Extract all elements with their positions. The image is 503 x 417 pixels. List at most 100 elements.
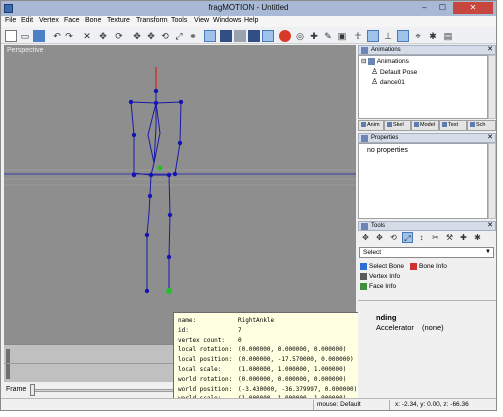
animations-tree[interactable]: ⊟ Animations ♙ Default Pose ♙ dance01 [358, 55, 488, 119]
tab-text[interactable]: Text [439, 120, 467, 131]
view-box-icon[interactable] [234, 30, 246, 42]
link-icon[interactable]: ⚭ [187, 30, 199, 42]
menu-edit[interactable]: Edit [21, 17, 33, 24]
tooltip-row: world rotation: (0.000000, 0.000000, 0.00… [178, 375, 347, 383]
tools-panel-close[interactable]: ✕ [487, 222, 493, 230]
frame-slider-thumb[interactable] [30, 384, 35, 396]
move-icon[interactable]: ✥ [131, 30, 143, 42]
properties-scrollbar[interactable] [488, 143, 496, 219]
tool-e-icon[interactable]: ✂ [430, 232, 441, 243]
tool-g-icon[interactable]: ✚ [458, 232, 469, 243]
animations-panel-header: Animations ✕ [358, 45, 496, 55]
redo-icon[interactable]: ↷ [63, 30, 75, 42]
tab-skel[interactable]: Skel [384, 120, 411, 131]
animations-scrollbar[interactable] [488, 55, 496, 119]
open-folder-icon[interactable]: ▭ [19, 30, 31, 42]
view-wire-icon[interactable] [248, 30, 260, 42]
new-file-icon[interactable] [5, 30, 17, 42]
select-mode-icon[interactable] [204, 30, 216, 42]
tooltip-row: local rotation: (0.000000, 0.000000, 0.00… [178, 346, 347, 354]
tab-anim[interactable]: Anim [358, 120, 384, 131]
bone-tool-icon[interactable]: ✚ [308, 30, 320, 42]
properties-body: no properties [358, 143, 488, 219]
camera-icon[interactable]: ⌖ [412, 30, 424, 42]
maximize-button[interactable]: ☐ [434, 2, 451, 14]
status-divider [389, 400, 390, 410]
root-joint[interactable] [157, 165, 163, 171]
binding-heading: nding [376, 313, 397, 322]
status-coordinates: x: -2.34, y: 0.00, z: -66.36 [395, 401, 469, 408]
tools-icon-row: ✥ ✥ ⟲ ⤢ ↕ ✂ ⚒ ✚ ✱ [358, 231, 496, 245]
tools-panel-title: Tools [371, 223, 386, 229]
animation-figure-icon: ♙ [371, 77, 379, 86]
save-icon[interactable] [33, 30, 45, 42]
tool-select-bone[interactable]: Select Bone [360, 263, 404, 270]
tooltip-row: local scale: (1.000000, 1.000000, 1.00000… [178, 365, 347, 373]
skeleton-icon[interactable]: ☥ [352, 30, 364, 42]
menu-help[interactable]: Help [244, 17, 258, 24]
tree-item-default-pose[interactable]: ♙ Default Pose [371, 67, 417, 76]
tool-a-icon[interactable]: ✥ [360, 232, 371, 243]
menu-view[interactable]: View [194, 17, 209, 24]
skeleton-view[interactable] [4, 45, 356, 344]
accelerator-label: Accelerator [376, 323, 414, 332]
app-window: fragMOTION - Untitled – ☐ ✕ File Edit Ve… [0, 0, 497, 411]
tool-c-icon[interactable]: ⟲ [388, 232, 399, 243]
tab-model[interactable]: Model [411, 120, 439, 131]
tool-f-icon[interactable]: ⚒ [444, 232, 455, 243]
timeline-marker [6, 349, 10, 379]
undo-icon[interactable]: ↶ [51, 30, 63, 42]
main-toolbar: ▭ ↶ ↷ ✕ ✥ ⟳ ✥ ✥ ⟲ ⤢ ⚭ ◎ ✚ ✎ ▣ ☥ ⊥ ⌖ ✱ ▤ [1, 28, 496, 44]
texture-icon[interactable]: ▣ [336, 30, 348, 42]
menu-transform[interactable]: Transform [136, 17, 168, 24]
menu-face[interactable]: Face [64, 17, 80, 24]
grid-snap-icon[interactable] [397, 30, 409, 42]
menu-tools[interactable]: Tools [171, 17, 187, 24]
tree-root[interactable]: ⊟ Animations [361, 57, 409, 65]
delete-icon[interactable]: ✕ [81, 30, 93, 42]
chevron-down-icon: ▼ [485, 249, 491, 255]
properties-panel-close[interactable]: ✕ [487, 134, 493, 142]
frame-icon[interactable] [367, 30, 379, 42]
animations-icon [361, 47, 368, 54]
target-icon[interactable]: ◎ [294, 30, 306, 42]
tree-item-dance01[interactable]: ♙ dance01 [371, 77, 405, 86]
tool-bone-info[interactable]: Bone Info [410, 263, 447, 270]
close-button[interactable]: ✕ [453, 2, 493, 14]
menu-windows[interactable]: Windows [213, 17, 241, 24]
view-grid-icon[interactable] [220, 30, 232, 42]
tool-b-icon[interactable]: ✥ [374, 232, 385, 243]
ground-grid [4, 169, 356, 186]
rotate-icon[interactable]: ⟲ [159, 30, 171, 42]
move-bone-icon[interactable]: ✥ [145, 30, 157, 42]
menu-vertex[interactable]: Vertex [39, 17, 59, 24]
paint-icon[interactable]: ✎ [322, 30, 334, 42]
rotate-vertex-icon[interactable]: ⟳ [113, 30, 125, 42]
vertex-info-icon [360, 273, 367, 280]
menu-bone[interactable]: Bone [85, 17, 101, 24]
selected-joint-right-ankle[interactable] [166, 288, 172, 294]
tool-d-icon[interactable]: ↕ [416, 232, 427, 243]
right-dock-panel: Animations ✕ ⊟ Animations ♙ Default Pose… [358, 45, 496, 398]
tab-sch[interactable]: Sch [467, 120, 496, 131]
tool-face-info[interactable]: Face Info [360, 283, 396, 290]
minimize-button[interactable]: – [416, 2, 433, 14]
scale-icon[interactable]: ⤢ [173, 30, 185, 42]
tools-panel-header: Tools ✕ [358, 221, 496, 231]
move-vertex-icon[interactable]: ✥ [97, 30, 109, 42]
align-icon[interactable]: ⊥ [382, 30, 394, 42]
light-icon[interactable]: ✱ [427, 30, 439, 42]
animations-panel-close[interactable]: ✕ [487, 46, 493, 54]
menu-texture[interactable]: Texture [107, 17, 130, 24]
tool-select-bone-icon[interactable]: ⤢ [402, 232, 413, 243]
tool-select-dropdown[interactable]: Select ▼ [359, 247, 494, 258]
layer-icon[interactable]: ▤ [442, 30, 454, 42]
collapse-icon[interactable]: ⊟ [361, 58, 366, 65]
view-solid-icon[interactable] [262, 30, 274, 42]
menu-file[interactable]: File [5, 17, 16, 24]
tooltip-row: vertex count: 0 [178, 336, 242, 344]
record-icon[interactable] [279, 30, 291, 42]
tool-vertex-info[interactable]: Vertex Info [360, 273, 400, 280]
tool-h-icon[interactable]: ✱ [472, 232, 483, 243]
perspective-viewport[interactable]: Perspective [4, 45, 356, 344]
